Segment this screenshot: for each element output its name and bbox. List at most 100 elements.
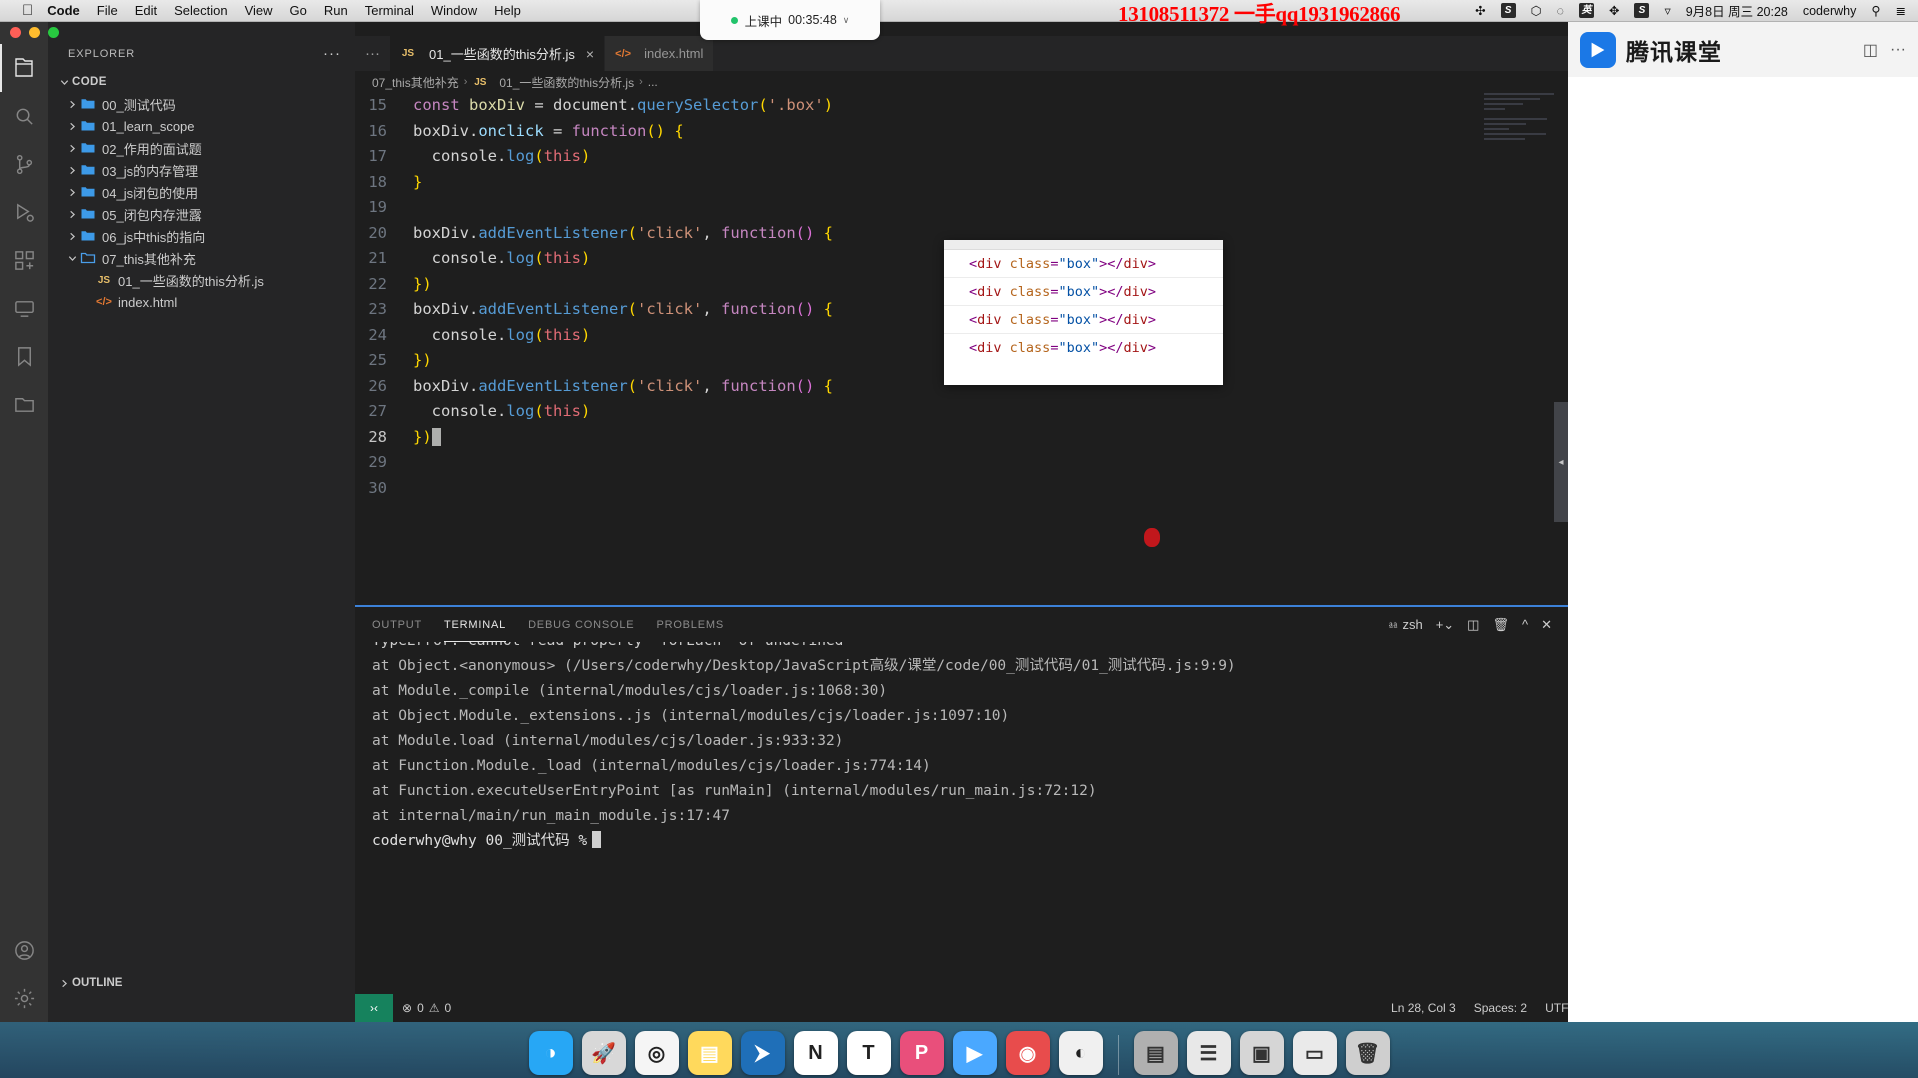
text-file-icon[interactable]: ▭ bbox=[1292, 1031, 1337, 1075]
terminal-output[interactable]: TypeError: Cannot read property 'forEach… bbox=[355, 642, 1568, 994]
status-cursor-position[interactable]: Ln 28, Col 3 bbox=[1382, 994, 1465, 1022]
shield-icon[interactable]: ⬡ bbox=[1531, 3, 1542, 18]
launchpad-icon[interactable]: 🚀 bbox=[581, 1031, 626, 1075]
remote-window-icon[interactable]: ›‹ bbox=[355, 994, 393, 1022]
menu-item-run[interactable]: Run bbox=[324, 3, 348, 18]
menu-item-edit[interactable]: Edit bbox=[135, 3, 157, 18]
menu-item-go[interactable]: Go bbox=[290, 3, 307, 18]
sidebar-item-search[interactable] bbox=[0, 92, 48, 140]
chrome-icon[interactable]: ◎ bbox=[634, 1031, 679, 1075]
outline-section[interactable]: OUTLINE bbox=[48, 972, 355, 994]
vscode-icon[interactable]: ⮞ bbox=[740, 1031, 785, 1075]
snipaste-icon[interactable]: ◐ bbox=[1058, 1031, 1103, 1075]
airdrop-icon[interactable]: ✥ bbox=[1609, 3, 1619, 18]
code-line[interactable]: 29 bbox=[355, 450, 1568, 476]
tab-output[interactable]: OUTPUT bbox=[372, 607, 422, 642]
folder-icon[interactable]: ▤ bbox=[1133, 1031, 1178, 1075]
explorer-more-actions-icon[interactable]: ··· bbox=[323, 45, 349, 62]
minimap[interactable] bbox=[1484, 93, 1554, 183]
tab-js-file[interactable]: JS 01_一些函数的this分析.js × bbox=[390, 36, 606, 71]
code-line[interactable]: 15 const boxDiv = document.querySelector(… bbox=[355, 93, 1568, 119]
settings-button[interactable] bbox=[0, 974, 48, 1022]
chevron-right-icon[interactable] bbox=[64, 187, 80, 198]
keynote-icon[interactable]: P bbox=[899, 1031, 944, 1075]
browser-preview-popup[interactable]: <div class="box"></div> <div class="box"… bbox=[944, 240, 1223, 385]
close-tab-icon[interactable]: × bbox=[586, 46, 594, 62]
tabs-more-icon[interactable]: ··· bbox=[355, 36, 390, 71]
sidebar-item-run-debug[interactable] bbox=[0, 188, 48, 236]
sidebar-item-explorer[interactable] bbox=[0, 44, 48, 92]
menu-item-window[interactable]: Window bbox=[431, 3, 477, 18]
quicktime-icon[interactable]: ▶ bbox=[952, 1031, 997, 1075]
input-source-icon[interactable]: 英 bbox=[1578, 3, 1594, 18]
minimize-window-button[interactable] bbox=[29, 27, 40, 38]
code-line[interactable]: 30 bbox=[355, 476, 1568, 502]
code-line[interactable]: 16 boxDiv.onclick = function() { bbox=[355, 119, 1568, 145]
document-icon[interactable]: ☰ bbox=[1186, 1031, 1231, 1075]
tree-root-code[interactable]: CODE bbox=[48, 71, 355, 93]
sogou-input-icon[interactable]: S bbox=[1500, 3, 1516, 18]
tab-problems[interactable]: PROBLEMS bbox=[656, 607, 724, 642]
microphone-icon[interactable]: ◌ bbox=[1557, 4, 1564, 18]
tree-item[interactable]: 07_this其他补充 bbox=[48, 247, 355, 269]
bluetooth-icon[interactable]: ✣ bbox=[1475, 3, 1485, 18]
notes-icon[interactable]: ▤ bbox=[687, 1031, 732, 1075]
more-options-icon[interactable]: ··· bbox=[1890, 41, 1906, 59]
tab-html-file[interactable]: </> index.html bbox=[605, 36, 715, 71]
sidebar-item-source-control[interactable] bbox=[0, 140, 48, 188]
tab-debug-console[interactable]: DEBUG CONSOLE bbox=[528, 607, 634, 642]
code-line[interactable]: 28}) bbox=[355, 425, 1568, 451]
menubar-user[interactable]: coderwhy bbox=[1803, 4, 1857, 18]
notion-icon[interactable]: N bbox=[793, 1031, 838, 1075]
chevron-right-icon[interactable] bbox=[64, 121, 80, 132]
close-window-button[interactable] bbox=[10, 27, 21, 38]
sidebar-item-remote-explorer[interactable] bbox=[0, 284, 48, 332]
control-center-icon[interactable]: ≣ bbox=[1896, 3, 1906, 18]
maximize-panel-icon[interactable]: ^ bbox=[1522, 617, 1528, 632]
finder-icon[interactable]: ◑ bbox=[528, 1031, 573, 1075]
screenflow-icon[interactable]: ◉ bbox=[1005, 1031, 1050, 1075]
maximize-window-button[interactable] bbox=[48, 27, 59, 38]
tree-item[interactable]: 06_js中this的指向 bbox=[48, 225, 355, 247]
typora-icon[interactable]: T bbox=[846, 1031, 891, 1075]
tree-item[interactable]: 01_learn_scope bbox=[48, 115, 355, 137]
chevron-right-icon[interactable] bbox=[64, 231, 80, 242]
chevron-right-icon[interactable] bbox=[64, 143, 80, 154]
close-panel-icon[interactable]: ✕ bbox=[1541, 617, 1552, 633]
tab-terminal[interactable]: TERMINAL bbox=[444, 607, 507, 642]
sidebar-item-bookmarks[interactable] bbox=[0, 332, 48, 380]
menu-item-file[interactable]: File bbox=[97, 3, 118, 18]
layout-icon[interactable]: ◫ bbox=[1863, 40, 1878, 60]
menu-item-terminal[interactable]: Terminal bbox=[365, 3, 414, 18]
spotlight-search-icon[interactable]: ⚲ bbox=[1871, 3, 1880, 18]
trash-icon[interactable]: 🗑 bbox=[1345, 1031, 1390, 1075]
code-line[interactable]: 19 bbox=[355, 195, 1568, 221]
kill-terminal-icon[interactable]: 🗑 bbox=[1492, 617, 1509, 633]
image-file-icon[interactable]: ▣ bbox=[1239, 1031, 1284, 1075]
new-terminal-button[interactable]: +⌄ bbox=[1436, 617, 1454, 633]
breadcrumb-file[interactable]: 01_一些函数的this分析.js bbox=[499, 74, 634, 91]
sogou-s-icon[interactable]: S bbox=[1634, 3, 1650, 18]
sidebar-item-extensions[interactable] bbox=[0, 236, 48, 284]
panel-expand-arrow-icon[interactable]: ◂ bbox=[1554, 447, 1568, 477]
code-line[interactable]: 18} bbox=[355, 170, 1568, 196]
status-problems[interactable]: ⊗ 0 ⚠ 0 bbox=[393, 994, 460, 1022]
class-session-indicator[interactable]: 上课中 00:35:48 ∨ bbox=[700, 0, 880, 40]
tree-item[interactable]: 04_js闭包的使用 bbox=[48, 181, 355, 203]
chevron-right-icon[interactable] bbox=[64, 165, 80, 176]
tree-item[interactable]: 03_js的内存管理 bbox=[48, 159, 355, 181]
code-line[interactable]: 27 console.log(this) bbox=[355, 399, 1568, 425]
menu-item-view[interactable]: View bbox=[245, 3, 273, 18]
tree-item[interactable]: 05_闭包内存泄露 bbox=[48, 203, 355, 225]
chevron-down-icon[interactable] bbox=[64, 253, 80, 264]
breadcrumb-folder[interactable]: 07_this其他补充 bbox=[372, 74, 459, 91]
chevron-right-icon[interactable] bbox=[64, 209, 80, 220]
tree-item[interactable]: 00_测试代码 bbox=[48, 93, 355, 115]
tree-item[interactable]: JS 01_一些函数的this分析.js bbox=[48, 269, 355, 291]
apple-icon[interactable]:  bbox=[22, 3, 33, 18]
chevron-right-icon[interactable] bbox=[64, 99, 80, 110]
menu-item-code[interactable]: Code bbox=[47, 3, 80, 18]
code-line[interactable]: 17 console.log(this) bbox=[355, 144, 1568, 170]
sidebar-item-project-manager[interactable] bbox=[0, 380, 48, 428]
menu-item-help[interactable]: Help bbox=[494, 3, 521, 18]
